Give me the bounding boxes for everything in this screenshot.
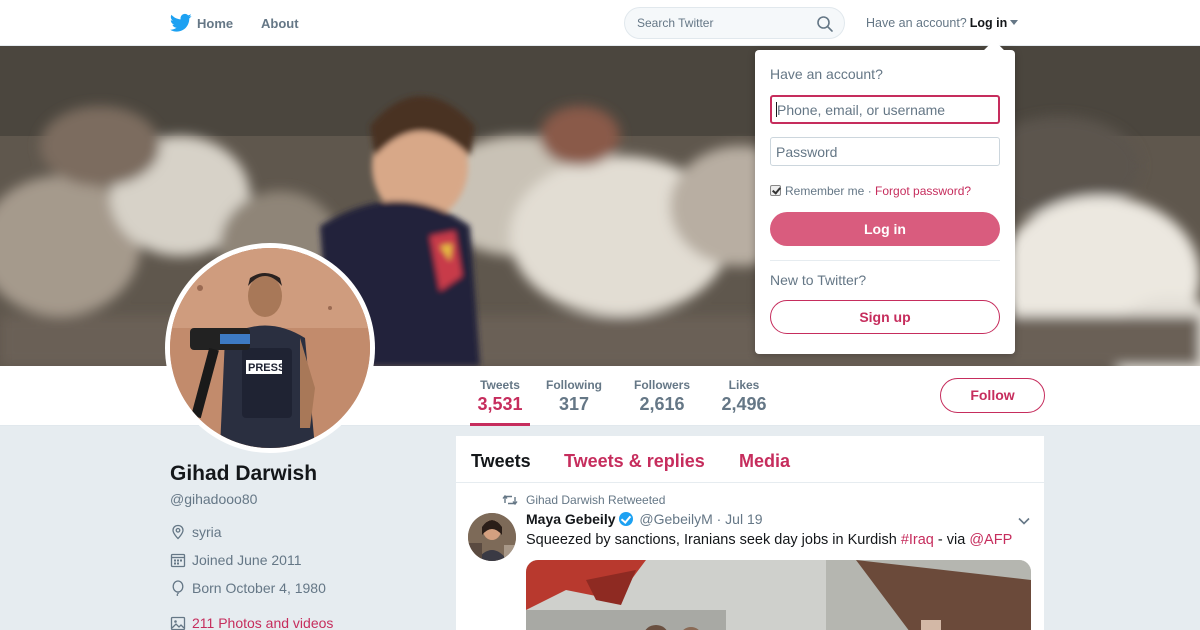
search-placeholder: Search Twitter [637, 16, 714, 30]
tweet[interactable]: Gihad Darwish Retweeted Maya Gebeily @Ge… [456, 483, 1044, 630]
tab-tweets[interactable]: Tweets [471, 451, 531, 472]
photos-videos-link[interactable]: 211 Photos and videos [170, 615, 333, 630]
password-placeholder: Password [776, 144, 838, 160]
photo-icon [170, 616, 186, 630]
remember-me-checkbox[interactable] [770, 185, 781, 196]
stat-value: 2,616 [639, 394, 685, 414]
new-to-twitter-text: New to Twitter? [770, 272, 867, 288]
username-field[interactable]: Phone, email, or username [770, 95, 1000, 124]
stat-value: 3,531 [477, 394, 523, 414]
avatar[interactable]: PRESS [165, 243, 375, 453]
login-dropdown-title: Have an account? [770, 66, 883, 82]
tweet-author-avatar[interactable] [468, 513, 516, 561]
mention-link[interactable]: @AFP [969, 532, 1012, 548]
search-input[interactable]: Search Twitter [624, 7, 845, 39]
nav-about-link[interactable]: About [261, 16, 299, 31]
verified-badge-icon [618, 512, 633, 526]
login-dropdown: Have an account? Phone, email, or userna… [755, 50, 1015, 354]
login-button[interactable]: Log in [770, 212, 1000, 246]
stat-followers[interactable]: Followers 2,616 [632, 378, 692, 415]
location-pin-icon [172, 524, 184, 540]
timeline-tabs: Tweets Tweets & replies Media [456, 436, 1044, 483]
divider [770, 260, 1000, 261]
chevron-down-icon[interactable] [1018, 515, 1030, 527]
stat-following[interactable]: Following 317 [544, 378, 604, 415]
tweet-text-via: - via [933, 532, 970, 548]
remember-row: Remember me · Forgot password? [770, 184, 971, 198]
stat-label: Likes [728, 378, 760, 392]
profile-joined: Joined June 2011 [170, 552, 302, 568]
top-nav-bar: Home About Search Twitter Have an accoun… [0, 0, 1200, 46]
username-placeholder: Phone, email, or username [777, 102, 946, 118]
stat-label: Followers [633, 378, 690, 392]
tweet-text-main: Squeezed by sanctions, Iranians seek day… [526, 532, 901, 548]
caret-down-icon [1010, 20, 1019, 25]
profile-handle[interactable]: @gihadooo80 [170, 491, 257, 507]
born-text: Born October 4, 1980 [192, 580, 326, 596]
profile-location: syria [170, 524, 222, 540]
avatar-image: PRESS [170, 248, 370, 448]
tweet-media-image[interactable] [526, 560, 1031, 630]
retweet-icon [502, 494, 518, 506]
stat-tweets[interactable]: Tweets 3,531 [470, 378, 530, 426]
have-account-text: Have an account? [866, 16, 967, 30]
profile-name[interactable]: Gihad Darwish [170, 462, 317, 486]
stat-likes[interactable]: Likes 2,496 [718, 378, 770, 415]
login-link[interactable]: Log in [970, 16, 1008, 30]
joined-text: Joined June 2011 [192, 552, 302, 568]
photos-videos-text[interactable]: 211 Photos and videos [192, 615, 333, 630]
nav-home-link[interactable]: Home [197, 16, 233, 31]
signup-button[interactable]: Sign up [770, 300, 1000, 334]
forgot-password-link[interactable]: Forgot password? [875, 184, 971, 198]
location-text: syria [192, 524, 222, 540]
balloon-icon [172, 580, 184, 596]
separator-dot: · [864, 184, 876, 198]
tweet-text: Squeezed by sanctions, Iranians seek day… [526, 532, 1012, 548]
stat-label: Tweets [480, 378, 520, 392]
tab-media[interactable]: Media [739, 451, 790, 472]
account-login-toggle[interactable]: Have an account? Log in [866, 16, 1019, 30]
stat-label: Following [546, 378, 602, 392]
svg-text:PRESS: PRESS [248, 362, 285, 374]
retweet-context: Gihad Darwish Retweeted [502, 493, 665, 507]
tweet-date[interactable]: · Jul 19 [717, 511, 763, 527]
password-field[interactable]: Password [770, 137, 1000, 166]
hashtag-link[interactable]: #Iraq [901, 532, 934, 548]
twitter-bird-icon[interactable] [170, 13, 192, 33]
search-icon[interactable] [816, 15, 834, 33]
calendar-icon [170, 553, 186, 568]
stat-value: 2,496 [721, 394, 767, 414]
tweet-author-handle[interactable]: @GebeilyM [639, 511, 712, 527]
remember-me-label[interactable]: Remember me [785, 184, 864, 198]
retweeted-by-text[interactable]: Gihad Darwish Retweeted [526, 493, 665, 507]
tweet-header: Maya Gebeily @GebeilyM · Jul 19 [526, 511, 763, 527]
profile-born: Born October 4, 1980 [170, 580, 326, 596]
timeline: Tweets Tweets & replies Media Gihad Darw… [456, 436, 1044, 630]
stat-value: 317 [558, 394, 590, 414]
tweet-author-name[interactable]: Maya Gebeily [526, 511, 616, 527]
tab-tweets-replies[interactable]: Tweets & replies [564, 451, 705, 472]
follow-button[interactable]: Follow [940, 378, 1045, 413]
